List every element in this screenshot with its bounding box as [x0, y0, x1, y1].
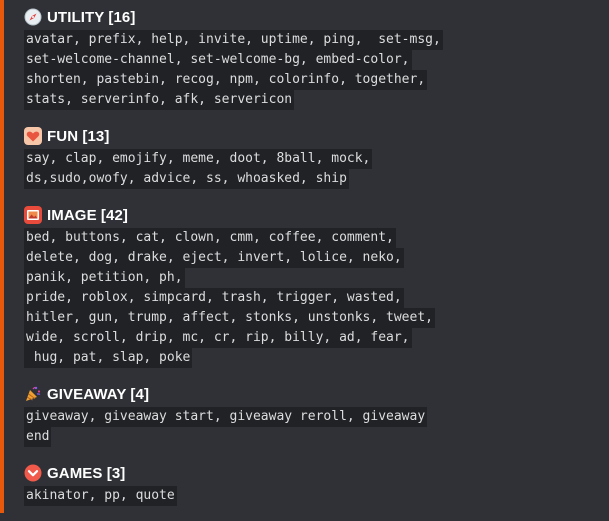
- command-line: pride, roblox, simpcard, trash, trigger,…: [24, 287, 601, 308]
- command-list: avatar, prefix, help, invite, uptime, pi…: [24, 29, 601, 110]
- command-line-text: ds,sudo,owofy, advice, ss, whoasked, shi…: [24, 169, 349, 189]
- command-line: delete, dog, drake, eject, invert, lolic…: [24, 247, 601, 268]
- command-line-text: giveaway, giveaway start, giveaway rerol…: [24, 407, 428, 427]
- command-line: akinator, pp, quote: [24, 485, 601, 506]
- command-list: bed, buttons, cat, clown, cmm, coffee, c…: [24, 227, 601, 368]
- category-title: UTILITY [16]: [24, 6, 601, 28]
- command-line-text: hug, pat, slap, poke: [24, 348, 193, 368]
- command-line: end: [24, 426, 601, 447]
- command-line: set-welcome-channel, set-welcome-bg, emb…: [24, 49, 601, 70]
- command-categories: UTILITY [16] avatar, prefix, help, invite…: [24, 6, 601, 521]
- category-title: GAMES [3]: [24, 462, 601, 484]
- command-line-text: avatar, prefix, help, invite, uptime, pi…: [24, 30, 443, 50]
- embed-accent-bar: [0, 0, 4, 513]
- command-list: giveaway, giveaway start, giveaway rerol…: [24, 406, 601, 447]
- command-line-text: delete, dog, drake, eject, invert, lolic…: [24, 248, 404, 268]
- command-line-text: say, clap, emojify, meme, doot, 8ball, m…: [24, 149, 373, 169]
- category-title: FUN [13]: [24, 125, 601, 147]
- command-line-text: akinator, pp, quote: [24, 486, 177, 506]
- command-line-text: set-welcome-channel, set-welcome-bg, emb…: [24, 50, 412, 70]
- command-line-text: pride, roblox, simpcard, trash, trigger,…: [24, 288, 404, 308]
- command-line-text: stats, serverinfo, afk, servericon: [24, 90, 295, 110]
- category-section: FUN [13] say, clap, emojify, meme, doot, …: [24, 125, 601, 189]
- command-line: stats, serverinfo, afk, servericon: [24, 89, 601, 110]
- category-title: IMAGE [42]: [24, 204, 601, 226]
- category-title-text: FUN [13]: [47, 127, 110, 145]
- category-title-text: IMAGE [42]: [47, 206, 129, 224]
- command-line-text: panik, petition, ph,: [24, 268, 185, 288]
- chevron-down-circle-icon: [24, 464, 42, 482]
- party-popper-icon: [24, 385, 42, 403]
- command-list: akinator, pp, quote: [24, 485, 601, 506]
- command-line: avatar, prefix, help, invite, uptime, pi…: [24, 29, 601, 50]
- command-line: bed, buttons, cat, clown, cmm, coffee, c…: [24, 227, 601, 248]
- compass-icon: [24, 8, 42, 26]
- command-line-text: end: [24, 427, 52, 447]
- category-title: GIVEAWAY [4]: [24, 383, 601, 405]
- category-section: GAMES [3] akinator, pp, quote: [24, 462, 601, 506]
- command-line-text: shorten, pastebin, recog, npm, colorinfo…: [24, 70, 428, 90]
- command-line: hitler, gun, trump, affect, stonks, unst…: [24, 307, 601, 328]
- command-line-text: bed, buttons, cat, clown, cmm, coffee, c…: [24, 228, 396, 248]
- command-line: giveaway, giveaway start, giveaway rerol…: [24, 406, 601, 427]
- command-line: hug, pat, slap, poke: [24, 347, 601, 368]
- image-frame-icon: [24, 206, 42, 224]
- command-line: wide, scroll, drip, mc, cr, rip, billy, …: [24, 327, 601, 348]
- command-line: ds,sudo,owofy, advice, ss, whoasked, shi…: [24, 168, 601, 189]
- command-line: say, clap, emojify, meme, doot, 8ball, m…: [24, 148, 601, 169]
- command-line: shorten, pastebin, recog, npm, colorinfo…: [24, 69, 601, 90]
- category-section: GIVEAWAY [4] giveaway, giveaway start, gi…: [24, 383, 601, 447]
- help-embed: UTILITY [16] avatar, prefix, help, invite…: [0, 0, 609, 513]
- command-line: panik, petition, ph,: [24, 267, 601, 288]
- category-title-text: UTILITY [16]: [47, 8, 136, 26]
- category-section: IMAGE [42] bed, buttons, cat, clown, cmm,…: [24, 204, 601, 368]
- command-line-text: wide, scroll, drip, mc, cr, rip, billy, …: [24, 328, 412, 348]
- command-list: say, clap, emojify, meme, doot, 8ball, m…: [24, 148, 601, 189]
- category-title-text: GIVEAWAY [4]: [47, 385, 150, 403]
- heart-icon: [24, 127, 42, 145]
- category-title-text: GAMES [3]: [47, 464, 126, 482]
- category-section: UTILITY [16] avatar, prefix, help, invite…: [24, 6, 601, 110]
- command-line-text: hitler, gun, trump, affect, stonks, unst…: [24, 308, 435, 328]
